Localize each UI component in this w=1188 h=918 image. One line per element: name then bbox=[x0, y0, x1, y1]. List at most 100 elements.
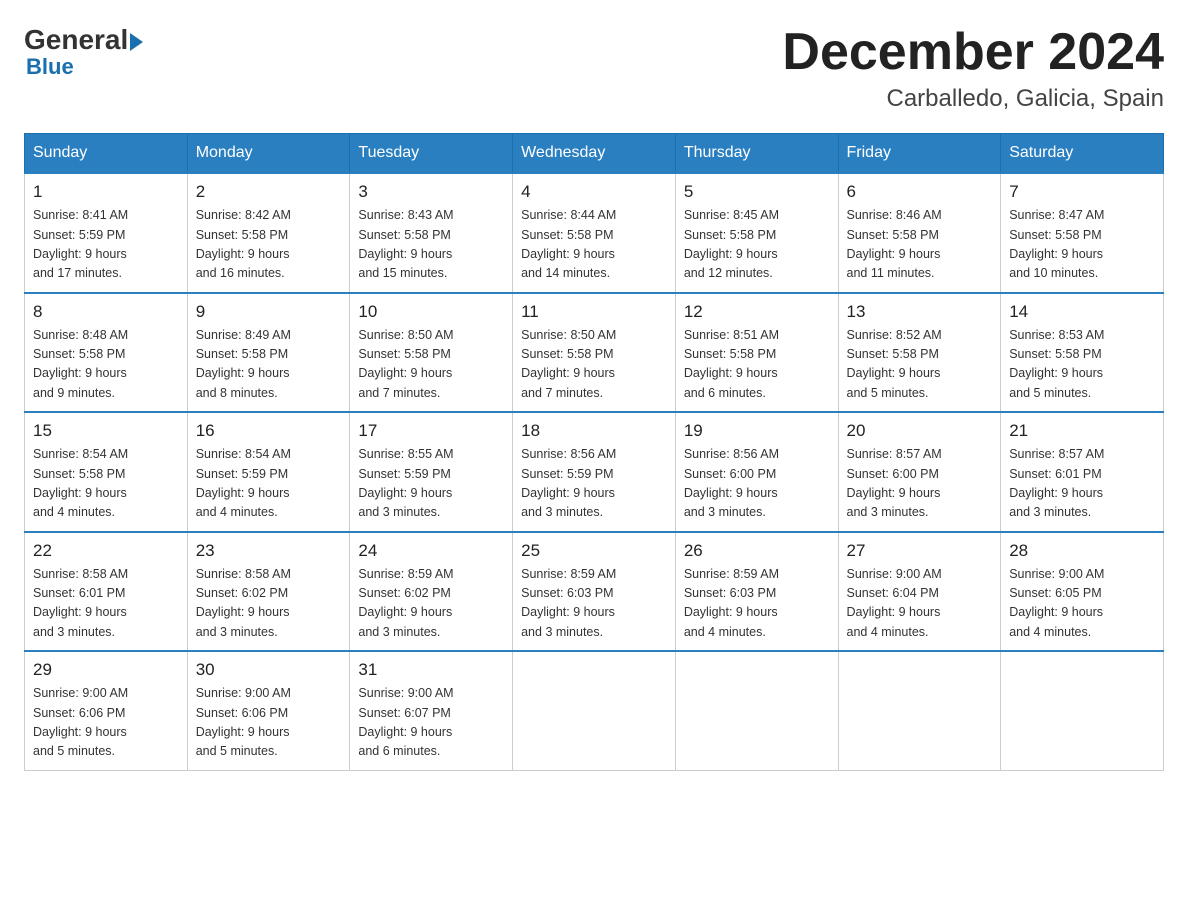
day-number: 30 bbox=[196, 660, 342, 680]
day-info: Sunrise: 9:00 AM Sunset: 6:04 PM Dayligh… bbox=[847, 565, 993, 643]
calendar-cell bbox=[1001, 651, 1164, 770]
calendar-cell: 31Sunrise: 9:00 AM Sunset: 6:07 PM Dayli… bbox=[350, 651, 513, 770]
logo-blue-text: Blue bbox=[26, 54, 143, 80]
day-number: 7 bbox=[1009, 182, 1155, 202]
day-number: 20 bbox=[847, 421, 993, 441]
day-info: Sunrise: 8:55 AM Sunset: 5:59 PM Dayligh… bbox=[358, 445, 504, 523]
calendar-cell bbox=[675, 651, 838, 770]
day-number: 18 bbox=[521, 421, 667, 441]
day-number: 2 bbox=[196, 182, 342, 202]
calendar-cell: 29Sunrise: 9:00 AM Sunset: 6:06 PM Dayli… bbox=[25, 651, 188, 770]
calendar-cell: 23 Sunrise: 8:58 AM Sunset: 6:02 PM Dayli… bbox=[187, 532, 350, 652]
location-title: Carballedo, Galicia, Spain bbox=[782, 85, 1164, 113]
calendar-cell: 8 Sunrise: 8:48 AM Sunset: 5:58 PM Daylig… bbox=[25, 293, 188, 413]
day-number: 15 bbox=[33, 421, 179, 441]
day-info: Sunrise: 8:43 AM Sunset: 5:58 PM Dayligh… bbox=[358, 206, 504, 284]
calendar-body: 1Sunrise: 8:41 AM Sunset: 5:59 PM Daylig… bbox=[25, 173, 1164, 770]
calendar-week-4: 22 Sunrise: 8:58 AM Sunset: 6:01 PM Dayli… bbox=[25, 532, 1164, 652]
day-number: 1 bbox=[33, 182, 179, 202]
day-number: 13 bbox=[847, 302, 993, 322]
calendar-cell: 22 Sunrise: 8:58 AM Sunset: 6:01 PM Dayli… bbox=[25, 532, 188, 652]
day-info: Sunrise: 8:44 AM Sunset: 5:58 PM Dayligh… bbox=[521, 206, 667, 284]
day-info: Sunrise: 8:59 AM Sunset: 6:03 PM Dayligh… bbox=[684, 565, 830, 643]
day-info: Sunrise: 9:00 AM Sunset: 6:05 PM Dayligh… bbox=[1009, 565, 1155, 643]
day-number: 22 bbox=[33, 541, 179, 561]
day-number: 8 bbox=[33, 302, 179, 322]
title-section: December 2024 Carballedo, Galicia, Spain bbox=[782, 24, 1164, 113]
header-thursday: Thursday bbox=[675, 134, 838, 174]
day-number: 17 bbox=[358, 421, 504, 441]
calendar-cell: 21 Sunrise: 8:57 AM Sunset: 6:01 PM Dayli… bbox=[1001, 412, 1164, 532]
day-info: Sunrise: 8:56 AM Sunset: 5:59 PM Dayligh… bbox=[521, 445, 667, 523]
calendar-cell: 20 Sunrise: 8:57 AM Sunset: 6:00 PM Dayli… bbox=[838, 412, 1001, 532]
day-info: Sunrise: 8:54 AM Sunset: 5:58 PM Dayligh… bbox=[33, 445, 179, 523]
day-info: Sunrise: 8:48 AM Sunset: 5:58 PM Dayligh… bbox=[33, 326, 179, 404]
day-info: Sunrise: 8:57 AM Sunset: 6:01 PM Dayligh… bbox=[1009, 445, 1155, 523]
header-monday: Monday bbox=[187, 134, 350, 174]
calendar-cell: 13 Sunrise: 8:52 AM Sunset: 5:58 PM Dayli… bbox=[838, 293, 1001, 413]
month-title: December 2024 bbox=[782, 24, 1164, 81]
page-header: General Blue December 2024 Carballedo, G… bbox=[24, 24, 1164, 113]
day-number: 21 bbox=[1009, 421, 1155, 441]
day-number: 5 bbox=[684, 182, 830, 202]
day-info: Sunrise: 8:50 AM Sunset: 5:58 PM Dayligh… bbox=[521, 326, 667, 404]
calendar-cell: 15 Sunrise: 8:54 AM Sunset: 5:58 PM Dayli… bbox=[25, 412, 188, 532]
header-sunday: Sunday bbox=[25, 134, 188, 174]
calendar-cell bbox=[513, 651, 676, 770]
day-info: Sunrise: 8:45 AM Sunset: 5:58 PM Dayligh… bbox=[684, 206, 830, 284]
day-number: 19 bbox=[684, 421, 830, 441]
logo-general-text: General bbox=[24, 24, 128, 56]
day-number: 14 bbox=[1009, 302, 1155, 322]
calendar-cell: 3 Sunrise: 8:43 AM Sunset: 5:58 PM Daylig… bbox=[350, 173, 513, 293]
day-info: Sunrise: 9:00 AM Sunset: 6:06 PM Dayligh… bbox=[196, 684, 342, 762]
day-number: 29 bbox=[33, 660, 179, 680]
calendar-cell: 9Sunrise: 8:49 AM Sunset: 5:58 PM Daylig… bbox=[187, 293, 350, 413]
calendar-cell bbox=[838, 651, 1001, 770]
day-number: 6 bbox=[847, 182, 993, 202]
header-wednesday: Wednesday bbox=[513, 134, 676, 174]
logo-arrow-icon bbox=[130, 33, 143, 51]
day-info: Sunrise: 8:58 AM Sunset: 6:02 PM Dayligh… bbox=[196, 565, 342, 643]
day-info: Sunrise: 8:53 AM Sunset: 5:58 PM Dayligh… bbox=[1009, 326, 1155, 404]
day-number: 3 bbox=[358, 182, 504, 202]
day-number: 26 bbox=[684, 541, 830, 561]
day-info: Sunrise: 8:58 AM Sunset: 6:01 PM Dayligh… bbox=[33, 565, 179, 643]
calendar-week-5: 29 Sunrise: 9:00 AM Sunset: 6:06 PM Dayli… bbox=[25, 651, 1164, 770]
calendar-cell: 27Sunrise: 9:00 AM Sunset: 6:04 PM Dayli… bbox=[838, 532, 1001, 652]
calendar-header-row: SundayMondayTuesdayWednesdayThursdayFrid… bbox=[25, 134, 1164, 174]
day-number: 10 bbox=[358, 302, 504, 322]
day-info: Sunrise: 8:59 AM Sunset: 6:02 PM Dayligh… bbox=[358, 565, 504, 643]
calendar-cell: 19 Sunrise: 8:56 AM Sunset: 6:00 PM Dayli… bbox=[675, 412, 838, 532]
day-number: 28 bbox=[1009, 541, 1155, 561]
logo: General Blue bbox=[24, 24, 143, 80]
day-info: Sunrise: 8:47 AM Sunset: 5:58 PM Dayligh… bbox=[1009, 206, 1155, 284]
calendar-cell: 2Sunrise: 8:42 AM Sunset: 5:58 PM Daylig… bbox=[187, 173, 350, 293]
calendar-cell: 12Sunrise: 8:51 AM Sunset: 5:58 PM Dayli… bbox=[675, 293, 838, 413]
day-info: Sunrise: 8:56 AM Sunset: 6:00 PM Dayligh… bbox=[684, 445, 830, 523]
calendar-cell: 1Sunrise: 8:41 AM Sunset: 5:59 PM Daylig… bbox=[25, 173, 188, 293]
calendar-cell: 18 Sunrise: 8:56 AM Sunset: 5:59 PM Dayli… bbox=[513, 412, 676, 532]
calendar-cell: 7 Sunrise: 8:47 AM Sunset: 5:58 PM Daylig… bbox=[1001, 173, 1164, 293]
calendar-week-2: 8 Sunrise: 8:48 AM Sunset: 5:58 PM Daylig… bbox=[25, 293, 1164, 413]
day-info: Sunrise: 8:51 AM Sunset: 5:58 PM Dayligh… bbox=[684, 326, 830, 404]
calendar-cell: 30 Sunrise: 9:00 AM Sunset: 6:06 PM Dayli… bbox=[187, 651, 350, 770]
calendar-cell: 5 Sunrise: 8:45 AM Sunset: 5:58 PM Daylig… bbox=[675, 173, 838, 293]
calendar-cell: 28 Sunrise: 9:00 AM Sunset: 6:05 PM Dayli… bbox=[1001, 532, 1164, 652]
day-info: Sunrise: 8:52 AM Sunset: 5:58 PM Dayligh… bbox=[847, 326, 993, 404]
header-friday: Friday bbox=[838, 134, 1001, 174]
calendar-cell: 26 Sunrise: 8:59 AM Sunset: 6:03 PM Dayli… bbox=[675, 532, 838, 652]
calendar-week-1: 1Sunrise: 8:41 AM Sunset: 5:59 PM Daylig… bbox=[25, 173, 1164, 293]
day-info: Sunrise: 8:57 AM Sunset: 6:00 PM Dayligh… bbox=[847, 445, 993, 523]
day-number: 31 bbox=[358, 660, 504, 680]
calendar-cell: 10 Sunrise: 8:50 AM Sunset: 5:58 PM Dayli… bbox=[350, 293, 513, 413]
calendar-table: SundayMondayTuesdayWednesdayThursdayFrid… bbox=[24, 133, 1164, 771]
day-number: 9 bbox=[196, 302, 342, 322]
day-number: 23 bbox=[196, 541, 342, 561]
calendar-cell: 17 Sunrise: 8:55 AM Sunset: 5:59 PM Dayli… bbox=[350, 412, 513, 532]
day-info: Sunrise: 8:50 AM Sunset: 5:58 PM Dayligh… bbox=[358, 326, 504, 404]
calendar-cell: 14 Sunrise: 8:53 AM Sunset: 5:58 PM Dayli… bbox=[1001, 293, 1164, 413]
day-info: Sunrise: 8:54 AM Sunset: 5:59 PM Dayligh… bbox=[196, 445, 342, 523]
calendar-cell: 16Sunrise: 8:54 AM Sunset: 5:59 PM Dayli… bbox=[187, 412, 350, 532]
day-number: 24 bbox=[358, 541, 504, 561]
day-number: 25 bbox=[521, 541, 667, 561]
